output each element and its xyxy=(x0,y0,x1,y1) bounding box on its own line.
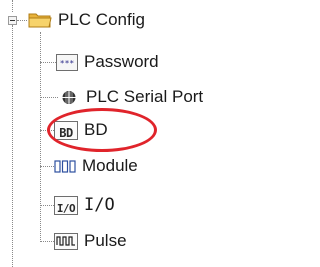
module-icon xyxy=(54,157,76,176)
tree-node-plc-config[interactable]: PLC Config xyxy=(28,9,145,31)
tree-node-label: Pulse xyxy=(84,231,127,250)
tree-connector xyxy=(40,166,54,167)
tree-connector xyxy=(40,205,54,206)
svg-text:***: *** xyxy=(60,59,75,68)
tree-node-label: Password xyxy=(84,52,159,71)
io-icon: I/O xyxy=(54,195,78,215)
folder-icon xyxy=(28,11,52,29)
bd-icon-text: BD xyxy=(59,125,73,140)
io-icon-text: I/O xyxy=(56,201,76,215)
tree-connector xyxy=(40,130,54,131)
tree-node-label: PLC Config xyxy=(58,10,145,29)
tree-node-pulse[interactable]: Pulse xyxy=(54,230,127,252)
tree-node-plc-serial-port[interactable]: PLC Serial Port xyxy=(58,86,203,108)
password-icon: *** xyxy=(56,53,78,72)
tree-node-password[interactable]: *** Password xyxy=(56,51,159,73)
pulse-icon xyxy=(54,232,78,251)
bd-icon: BD xyxy=(54,120,78,140)
tree-node-label: PLC Serial Port xyxy=(86,87,204,106)
tree-connector xyxy=(17,20,27,21)
tree-connector xyxy=(40,97,58,98)
tree-node-label: BD xyxy=(84,120,108,139)
collapse-toggle[interactable] xyxy=(8,16,17,25)
tree-node-module[interactable]: Module xyxy=(54,155,138,177)
tree-node-label: Module xyxy=(82,156,138,175)
config-tree: PLC Config *** Password PLC Serial Port … xyxy=(0,0,260,267)
tree-node-label: I/O xyxy=(84,195,115,215)
tree-connector xyxy=(40,241,54,242)
tree-node-bd[interactable]: BD BD xyxy=(54,119,108,141)
tree-connector xyxy=(12,25,13,267)
tree-connector xyxy=(12,0,13,12)
serial-port-icon xyxy=(58,88,80,107)
tree-connector xyxy=(40,62,56,63)
tree-node-io[interactable]: I/O I/O xyxy=(54,194,115,216)
tree-connector xyxy=(40,32,41,242)
